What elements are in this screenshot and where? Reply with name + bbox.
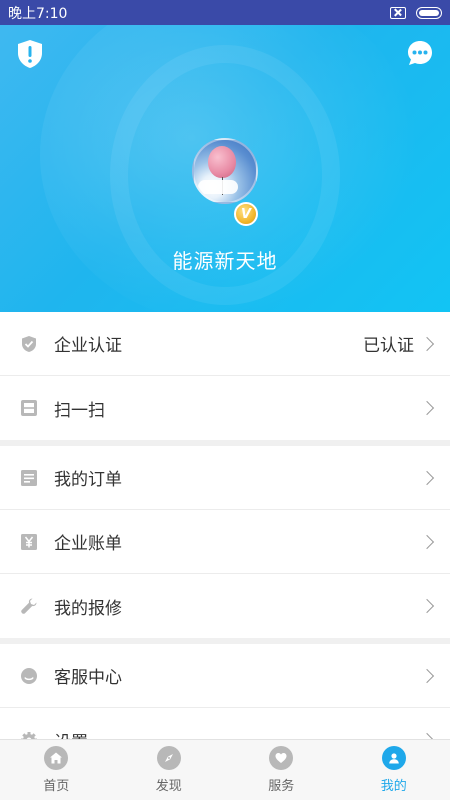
menu-item-customer-service[interactable]: 客服中心 bbox=[0, 644, 450, 708]
profile-menu: 企业认证 已认证 扫一扫 我的订单 企业账单 我的报修 客服中心 bbox=[0, 312, 450, 772]
profile-header: V 能源新天地 bbox=[0, 25, 450, 312]
chevron-right-icon bbox=[419, 668, 435, 683]
chevron-right-icon bbox=[419, 598, 435, 614]
tab-label: 发现 bbox=[155, 779, 182, 794]
shield-check-icon bbox=[20, 335, 38, 353]
sim-off-icon bbox=[390, 6, 406, 19]
profile-username: 能源新天地 bbox=[172, 249, 278, 273]
menu-item-enterprise-certification[interactable]: 企业认证 已认证 bbox=[0, 312, 450, 376]
tab-label: 我的 bbox=[380, 779, 407, 794]
chevron-right-icon bbox=[419, 470, 435, 485]
battery-icon bbox=[416, 6, 442, 19]
bottom-tab-bar: 首页 发现 服务 我的 bbox=[0, 739, 450, 800]
avatar[interactable] bbox=[192, 138, 258, 204]
avatar-cloud bbox=[198, 180, 238, 194]
wrench-icon bbox=[20, 597, 38, 615]
customer-service-icon bbox=[20, 667, 38, 685]
user-icon bbox=[381, 746, 406, 770]
menu-item-label: 企业认证 bbox=[54, 336, 122, 356]
tab-mine[interactable]: 我的 bbox=[338, 746, 450, 794]
home-icon bbox=[44, 746, 69, 770]
menu-item-label: 我的报修 bbox=[54, 598, 122, 619]
avatar-balloon-image bbox=[208, 146, 236, 178]
compass-icon bbox=[156, 746, 181, 770]
menu-item-my-orders[interactable]: 我的订单 bbox=[0, 446, 450, 510]
menu-item-label: 企业账单 bbox=[54, 534, 122, 554]
menu-item-scan[interactable]: 扫一扫 bbox=[0, 376, 450, 440]
menu-item-enterprise-bill[interactable]: 企业账单 bbox=[0, 510, 450, 574]
status-time: 晚上7:10 bbox=[8, 5, 68, 22]
chevron-right-icon bbox=[419, 534, 435, 549]
shield-alert-icon[interactable] bbox=[16, 39, 44, 69]
tab-service[interactable]: 服务 bbox=[225, 746, 337, 794]
order-list-icon bbox=[20, 469, 38, 487]
tab-discover[interactable]: 发现 bbox=[113, 746, 225, 794]
heart-icon bbox=[269, 746, 294, 770]
status-bar: 晚上7:10 bbox=[0, 0, 450, 25]
chevron-right-icon bbox=[419, 336, 435, 351]
menu-item-label: 扫一扫 bbox=[54, 400, 105, 421]
tab-label: 首页 bbox=[43, 779, 70, 794]
scan-icon bbox=[20, 399, 38, 417]
status-icons bbox=[390, 6, 442, 19]
menu-item-my-repairs[interactable]: 我的报修 bbox=[0, 574, 450, 638]
tab-label: 服务 bbox=[268, 779, 295, 794]
yuan-bill-icon bbox=[20, 533, 38, 551]
chat-bubble-icon[interactable] bbox=[406, 39, 434, 67]
certification-status: 已认证 bbox=[363, 336, 414, 356]
tab-home[interactable]: 首页 bbox=[0, 746, 112, 794]
verified-badge: V bbox=[234, 202, 258, 226]
menu-item-label: 我的订单 bbox=[54, 470, 122, 490]
chevron-right-icon bbox=[419, 400, 435, 416]
menu-item-label: 客服中心 bbox=[54, 668, 122, 688]
